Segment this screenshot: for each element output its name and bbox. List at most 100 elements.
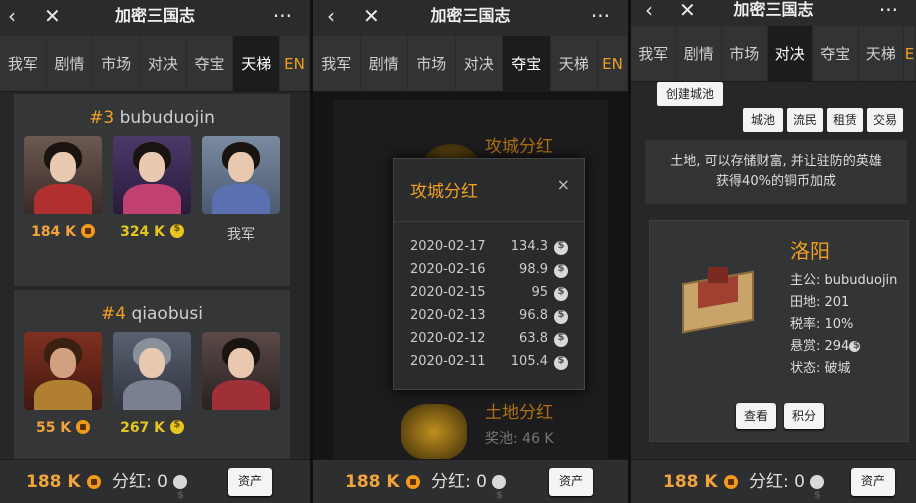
rank-card: #4 qiaobusi 55 K 267 K xyxy=(14,290,290,460)
tab-treasure[interactable]: 夺宝 xyxy=(187,36,234,91)
tab-ladder[interactable]: 天梯 xyxy=(859,26,904,81)
silver-coin-icon xyxy=(810,474,825,503)
tab-language[interactable]: EN xyxy=(280,36,310,91)
city-fortress-icon xyxy=(676,257,760,334)
view-button[interactable]: 查看 xyxy=(736,403,776,429)
tab-army[interactable]: 我军 xyxy=(631,26,677,81)
city-tax: 税率: 10% xyxy=(790,317,854,332)
tab-bar: 我军 剧情 市场 对决 夺宝 天梯 EN xyxy=(0,36,310,92)
more-icon[interactable]: ··· xyxy=(273,0,292,36)
balance-amount: 188 K xyxy=(345,460,420,503)
duel-screen: ‹ ✕ 加密三国志 ··· 我军 剧情 市场 对决 夺宝 天梯 E 创建城池 城… xyxy=(631,0,916,503)
assets-button[interactable]: 资产 xyxy=(549,468,593,496)
copper-coin-icon xyxy=(405,475,420,489)
rank-number: #4 xyxy=(101,304,127,324)
city-bounty: 悬赏: 294 xyxy=(790,335,863,354)
city-name: 洛阳 xyxy=(790,239,830,263)
siege-dividend-heading: 攻城分红 xyxy=(485,137,553,157)
bottom-bar: 188 K 分红: 0 资产 xyxy=(313,459,628,503)
treasure-screen: ‹ ✕ 加密三国志 ··· 我军 剧情 市场 对决 夺宝 天梯 EN 攻城分红 … xyxy=(313,0,628,503)
gold-coin-icon xyxy=(169,223,184,238)
hero-portrait[interactable] xyxy=(202,136,280,214)
tab-army[interactable]: 我军 xyxy=(313,36,361,91)
dividend-row: 2020-02-13 96.8 xyxy=(410,308,570,328)
title-bar: ‹ ✕ 加密三国志 ··· xyxy=(313,0,628,36)
balance-amount: 188 K xyxy=(663,460,738,503)
hero-value: 324 K xyxy=(113,223,191,244)
city-land: 田地: 201 xyxy=(790,295,850,310)
dividend-row: 2020-02-12 63.8 xyxy=(410,331,570,351)
hero-value: 267 K xyxy=(113,419,191,436)
create-city-button[interactable]: 创建城池 xyxy=(657,82,723,106)
bottom-bar: 188 K 分红: 0 资产 xyxy=(0,459,310,503)
tab-bar: 我军 剧情 市场 对决 夺宝 天梯 E xyxy=(631,26,916,82)
rank-number: #3 xyxy=(89,108,115,128)
silver-coin-icon xyxy=(554,263,568,278)
hero-portrait[interactable] xyxy=(24,332,102,410)
tab-market[interactable]: 市场 xyxy=(93,36,141,91)
tab-story[interactable]: 剧情 xyxy=(47,36,94,91)
treasure-pot-icon xyxy=(401,404,467,460)
silver-coin-icon xyxy=(554,309,568,324)
tab-duel[interactable]: 对决 xyxy=(767,26,813,81)
copper-coin-icon xyxy=(80,224,95,238)
tab-market[interactable]: 市场 xyxy=(408,36,456,91)
silver-coin-icon xyxy=(554,286,568,301)
hero-value: 55 K xyxy=(24,420,102,436)
close-icon[interactable]: × xyxy=(557,175,570,194)
hero-value: 184 K xyxy=(24,224,102,244)
land-info-box: 土地, 可以存储财富, 并让驻防的英雄 获得40%的铜币加成 xyxy=(645,140,907,204)
subtab-lease[interactable]: 租赁 xyxy=(827,108,863,132)
tab-ladder[interactable]: 天梯 xyxy=(551,36,598,91)
rank-header: #4 qiaobusi xyxy=(14,304,290,324)
points-button[interactable]: 积分 xyxy=(784,403,824,429)
modal-title: 攻城分红 xyxy=(410,182,478,202)
tab-market[interactable]: 市场 xyxy=(722,26,768,81)
city-status: 状态: 破城 xyxy=(790,361,851,376)
rank-card: #3 bubuduojin 184 K 324 K 我军 xyxy=(14,94,290,286)
dividend-label: 分红: 0 xyxy=(431,460,507,503)
dividend-row: 2020-02-11 105.4 xyxy=(410,354,570,374)
tab-bar: 我军 剧情 市场 对决 夺宝 天梯 EN xyxy=(313,36,628,92)
title-bar: ‹ ✕ 加密三国志 ··· xyxy=(631,0,916,26)
tab-duel[interactable]: 对决 xyxy=(140,36,187,91)
hero-portrait[interactable] xyxy=(24,136,102,214)
subtab-trade[interactable]: 交易 xyxy=(867,108,903,132)
tab-language[interactable]: EN xyxy=(598,36,628,91)
balance-amount: 188 K xyxy=(26,460,101,503)
city-lord: 主公: bubuduojin xyxy=(790,273,898,288)
dividend-row: 2020-02-15 95 xyxy=(410,285,570,305)
assets-button[interactable]: 资产 xyxy=(228,468,272,496)
tab-story[interactable]: 剧情 xyxy=(361,36,408,91)
tab-story[interactable]: 剧情 xyxy=(677,26,722,81)
hero-portrait[interactable] xyxy=(113,136,191,214)
silver-coin-icon xyxy=(173,474,188,503)
ladder-screen: ‹ ✕ 加密三国志 ··· 我军 剧情 市场 对决 夺宝 天梯 EN #3 bu… xyxy=(0,0,310,503)
rank-player-name: bubuduojin xyxy=(119,108,215,128)
prize-pool-label: 奖池: 46 K xyxy=(485,431,554,447)
tab-treasure[interactable]: 夺宝 xyxy=(503,36,551,91)
copper-coin-icon xyxy=(86,475,101,489)
hero-portrait[interactable] xyxy=(113,332,191,410)
rank-header: #3 bubuduojin xyxy=(14,108,290,128)
hero-portrait[interactable] xyxy=(202,332,280,410)
subtab-city[interactable]: 城池 xyxy=(743,108,783,132)
tab-duel[interactable]: 对决 xyxy=(456,36,503,91)
assets-button[interactable]: 资产 xyxy=(851,468,895,496)
title-bar: ‹ ✕ 加密三国志 ··· xyxy=(0,0,310,36)
tab-army[interactable]: 我军 xyxy=(0,36,47,91)
tab-language[interactable]: E xyxy=(904,26,916,81)
gold-coin-icon xyxy=(169,419,184,434)
dividend-row: 2020-02-17 134.3 xyxy=(410,239,570,259)
silver-coin-icon xyxy=(492,474,507,503)
subtab-refugees[interactable]: 流民 xyxy=(787,108,823,132)
tab-treasure[interactable]: 夺宝 xyxy=(813,26,859,81)
siege-dividend-modal: 攻城分红 × 2020-02-17134.3 2020-02-1698.9 20… xyxy=(393,158,585,390)
silver-coin-icon xyxy=(554,240,568,255)
more-icon[interactable]: ··· xyxy=(591,0,610,36)
tab-ladder[interactable]: 天梯 xyxy=(233,36,281,91)
copper-coin-icon xyxy=(723,475,738,489)
dividend-row: 2020-02-16 98.9 xyxy=(410,262,570,282)
bottom-bar: 188 K 分红: 0 资产 xyxy=(631,459,916,503)
dividend-label: 分红: 0 xyxy=(749,460,825,503)
